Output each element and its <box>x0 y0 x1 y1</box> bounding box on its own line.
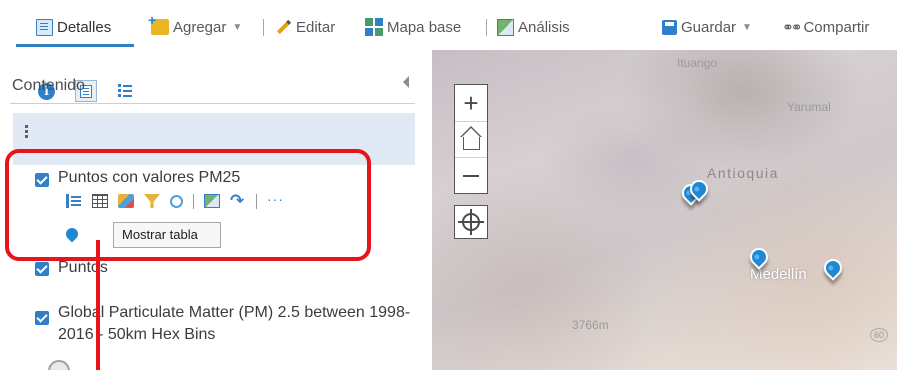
map-label-antioquia: Antioquia <box>707 165 779 181</box>
collapse-panel-icon[interactable] <box>403 76 409 88</box>
save-icon <box>662 19 677 35</box>
chevron-down-icon: ▼ <box>742 21 752 33</box>
section-title: Contenido <box>12 77 85 94</box>
save-label: Guardar <box>681 18 737 36</box>
pencil-icon <box>276 19 292 35</box>
share-icon: ⚭⚭ <box>782 18 803 35</box>
layer-checkbox[interactable] <box>35 262 49 276</box>
layer-name[interactable]: Puntos <box>58 259 108 277</box>
details-label: Detalles <box>57 18 112 36</box>
map-pin-icon[interactable] <box>820 255 846 281</box>
analysis-icon <box>497 18 514 36</box>
add-label: Agregar <box>173 18 227 36</box>
top-toolbar: Detalles Agregar ▼ Editar Mapa base Anál… <box>0 0 897 50</box>
road-shield: 60 <box>870 328 888 342</box>
analysis-button[interactable]: Análisis <box>497 17 570 37</box>
basemap-icon <box>365 18 383 36</box>
analysis-label: Análisis <box>518 18 570 36</box>
map-label-yarumal: Yarumal <box>787 100 831 114</box>
share-label: Compartir <box>803 18 870 36</box>
add-button[interactable]: Agregar ▼ <box>148 12 243 37</box>
active-tab-indicator <box>16 44 134 47</box>
toolbar-divider <box>486 19 487 36</box>
toolbar-divider <box>263 19 264 36</box>
map-label-elevation: 3766m <box>572 318 609 332</box>
zoom-controls: + <box>454 84 488 194</box>
details-button[interactable]: Detalles <box>36 17 111 37</box>
basemap-label: Mapa base <box>387 18 462 36</box>
map-view[interactable]: Ituango Yarumal Antioquia Medellín 3766m… <box>432 50 897 370</box>
locate-button[interactable] <box>454 205 488 239</box>
edit-button[interactable]: Editar <box>276 17 335 37</box>
details-icon <box>36 18 53 36</box>
save-button[interactable]: Guardar ▼ <box>662 17 752 37</box>
locate-icon <box>458 209 484 235</box>
home-icon <box>459 126 482 150</box>
layer-checkbox[interactable] <box>35 311 49 325</box>
zoom-out-button[interactable] <box>455 157 487 193</box>
basemap-button[interactable]: Mapa base <box>365 17 461 37</box>
map-label-ituango: Ituango <box>677 56 718 70</box>
highlight-arrow-line <box>96 240 100 370</box>
section-divider <box>10 103 415 104</box>
zoom-in-button[interactable]: + <box>455 85 487 121</box>
layer-name[interactable]: Global Particulate Matter (PM) 2.5 betwe… <box>58 302 418 346</box>
chevron-down-icon: ▼ <box>232 21 243 33</box>
add-layer-icon <box>148 12 169 35</box>
share-button[interactable]: ⚭⚭ Compartir <box>782 17 869 37</box>
drag-handle-icon[interactable] <box>25 125 28 128</box>
minus-icon <box>463 174 479 177</box>
edit-label: Editar <box>296 18 336 36</box>
highlight-annotation <box>5 149 371 261</box>
legend-icon[interactable] <box>118 83 132 99</box>
home-button[interactable] <box>455 121 487 157</box>
